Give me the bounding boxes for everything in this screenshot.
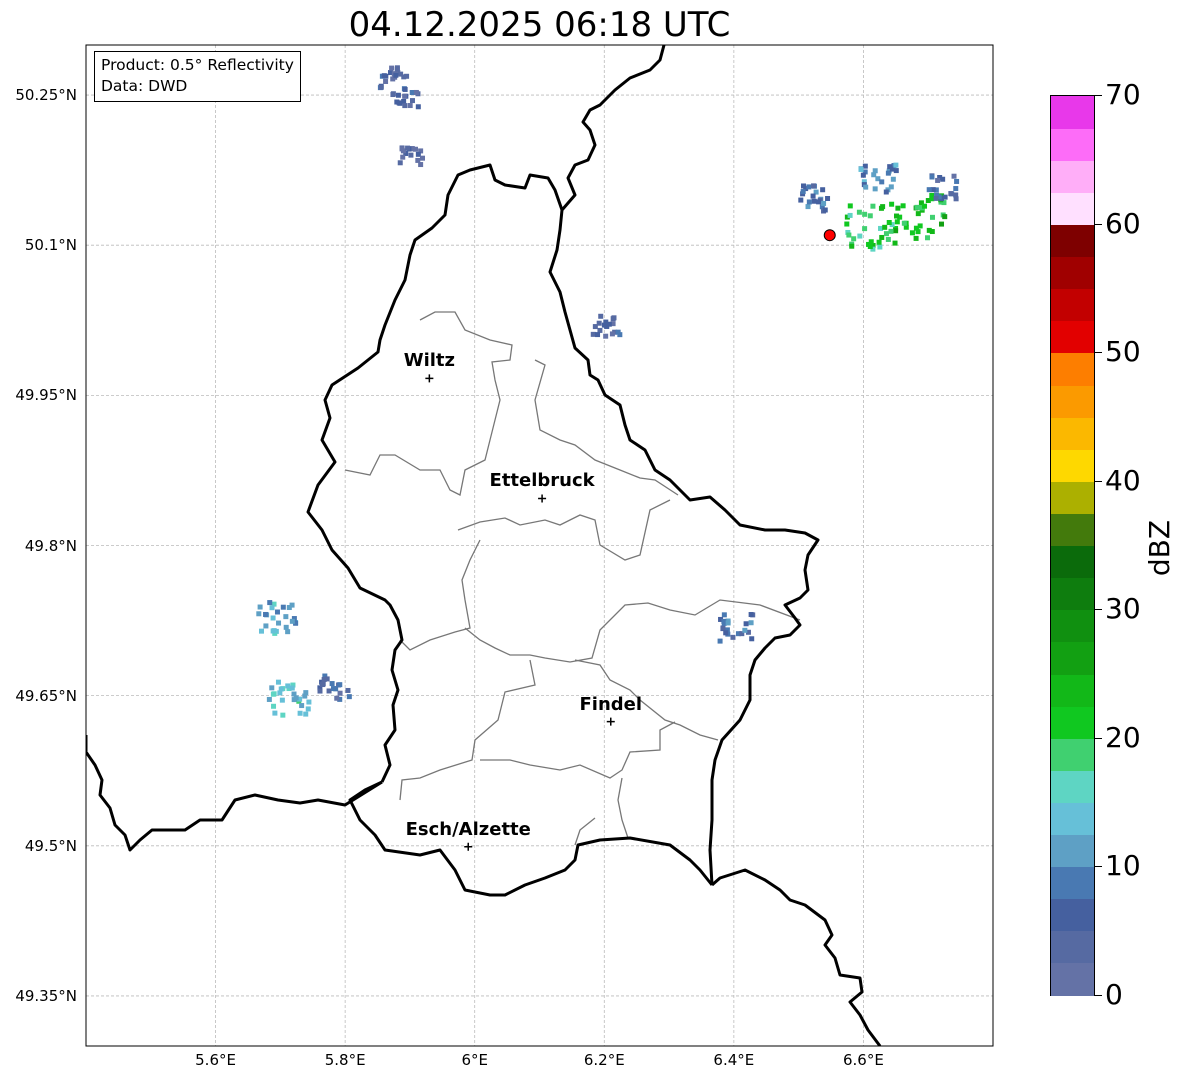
colorbar-segment [1051, 288, 1094, 322]
colorbar-segment [1051, 256, 1094, 290]
colorbar-segment [1051, 449, 1094, 482]
colorbar-tick [1095, 480, 1102, 482]
colorbar-tick-label: 30 [1105, 592, 1141, 626]
colorbar-segment [1051, 738, 1094, 771]
colorbar-segment [1051, 577, 1094, 611]
colorbar-tick [1095, 223, 1102, 225]
colorbar-tick-label: 60 [1105, 206, 1141, 240]
city-label: Ettelbruck [489, 470, 595, 492]
colorbar-segment [1051, 706, 1094, 739]
city-label: Wiltz [403, 350, 455, 372]
colorbar-segment [1051, 352, 1094, 386]
colorbar-tick-label: 40 [1105, 463, 1141, 497]
colorbar-tick-label: 0 [1105, 978, 1123, 1011]
colorbar-tick [1095, 995, 1102, 996]
colorbar-segment [1051, 160, 1094, 193]
colorbar [1050, 95, 1095, 996]
lat-tick-label: 49.65°N [15, 686, 77, 705]
colorbar-segment [1051, 224, 1094, 258]
lat-tick-label: 49.8°N [24, 536, 77, 555]
info-box: Product: 0.5° Reflectivity Data: DWD [94, 51, 301, 102]
lat-tick-label: 49.5°N [24, 836, 77, 855]
colorbar-segment [1051, 962, 1094, 996]
lat-tick-label: 50.25°N [15, 86, 77, 105]
colorbar-tick-label: 50 [1105, 335, 1141, 369]
radar-site-marker [823, 229, 836, 242]
data-source-label: Data: DWD [101, 77, 188, 95]
colorbar-segment [1051, 128, 1094, 161]
lat-tick-label: 49.95°N [15, 386, 77, 405]
map-plot [85, 44, 994, 1047]
colorbar-segment [1051, 930, 1094, 964]
colorbar-segment [1051, 384, 1094, 418]
lon-tick-label: 6°E [461, 1051, 488, 1069]
colorbar-tick-label: 20 [1105, 720, 1141, 754]
colorbar-segment [1051, 545, 1094, 579]
colorbar-tick [1095, 737, 1102, 739]
colorbar-tick-label: 70 [1105, 78, 1141, 111]
city-label: Findel [579, 693, 643, 715]
colorbar-segment [1051, 481, 1094, 514]
colorbar-tick [1095, 95, 1102, 96]
colorbar-tick [1095, 866, 1102, 868]
colorbar-segment [1051, 417, 1094, 450]
colorbar-segment [1051, 673, 1094, 707]
lon-tick-label: 6.2°E [583, 1051, 625, 1069]
product-label: Product: 0.5° Reflectivity [101, 56, 294, 74]
colorbar-tick-label: 10 [1105, 849, 1141, 883]
colorbar-segment [1051, 96, 1094, 129]
colorbar-label: dBZ [1143, 519, 1176, 577]
colorbar-segment [1051, 770, 1094, 803]
lat-tick-label: 50.1°N [24, 236, 77, 255]
lon-tick-label: 5.6°E [195, 1051, 236, 1069]
colorbar-segment [1051, 641, 1094, 675]
colorbar-segment [1051, 192, 1094, 226]
colorbar-segment [1051, 834, 1094, 868]
colorbar-segment [1051, 802, 1094, 836]
lat-tick-label: 49.35°N [15, 986, 77, 1005]
colorbar-segment [1051, 609, 1094, 643]
lon-tick-label: 6.6°E [843, 1051, 884, 1069]
colorbar-segment [1051, 898, 1094, 932]
colorbar-segment [1051, 320, 1094, 354]
colorbar-segment [1051, 866, 1094, 900]
colorbar-segment [1051, 513, 1094, 547]
city-label: Esch/Alzette [405, 818, 531, 840]
colorbar-tick [1095, 609, 1102, 611]
lon-tick-label: 5.8°E [324, 1051, 366, 1069]
lon-tick-label: 6.4°E [713, 1051, 755, 1069]
colorbar-tick [1095, 352, 1102, 354]
